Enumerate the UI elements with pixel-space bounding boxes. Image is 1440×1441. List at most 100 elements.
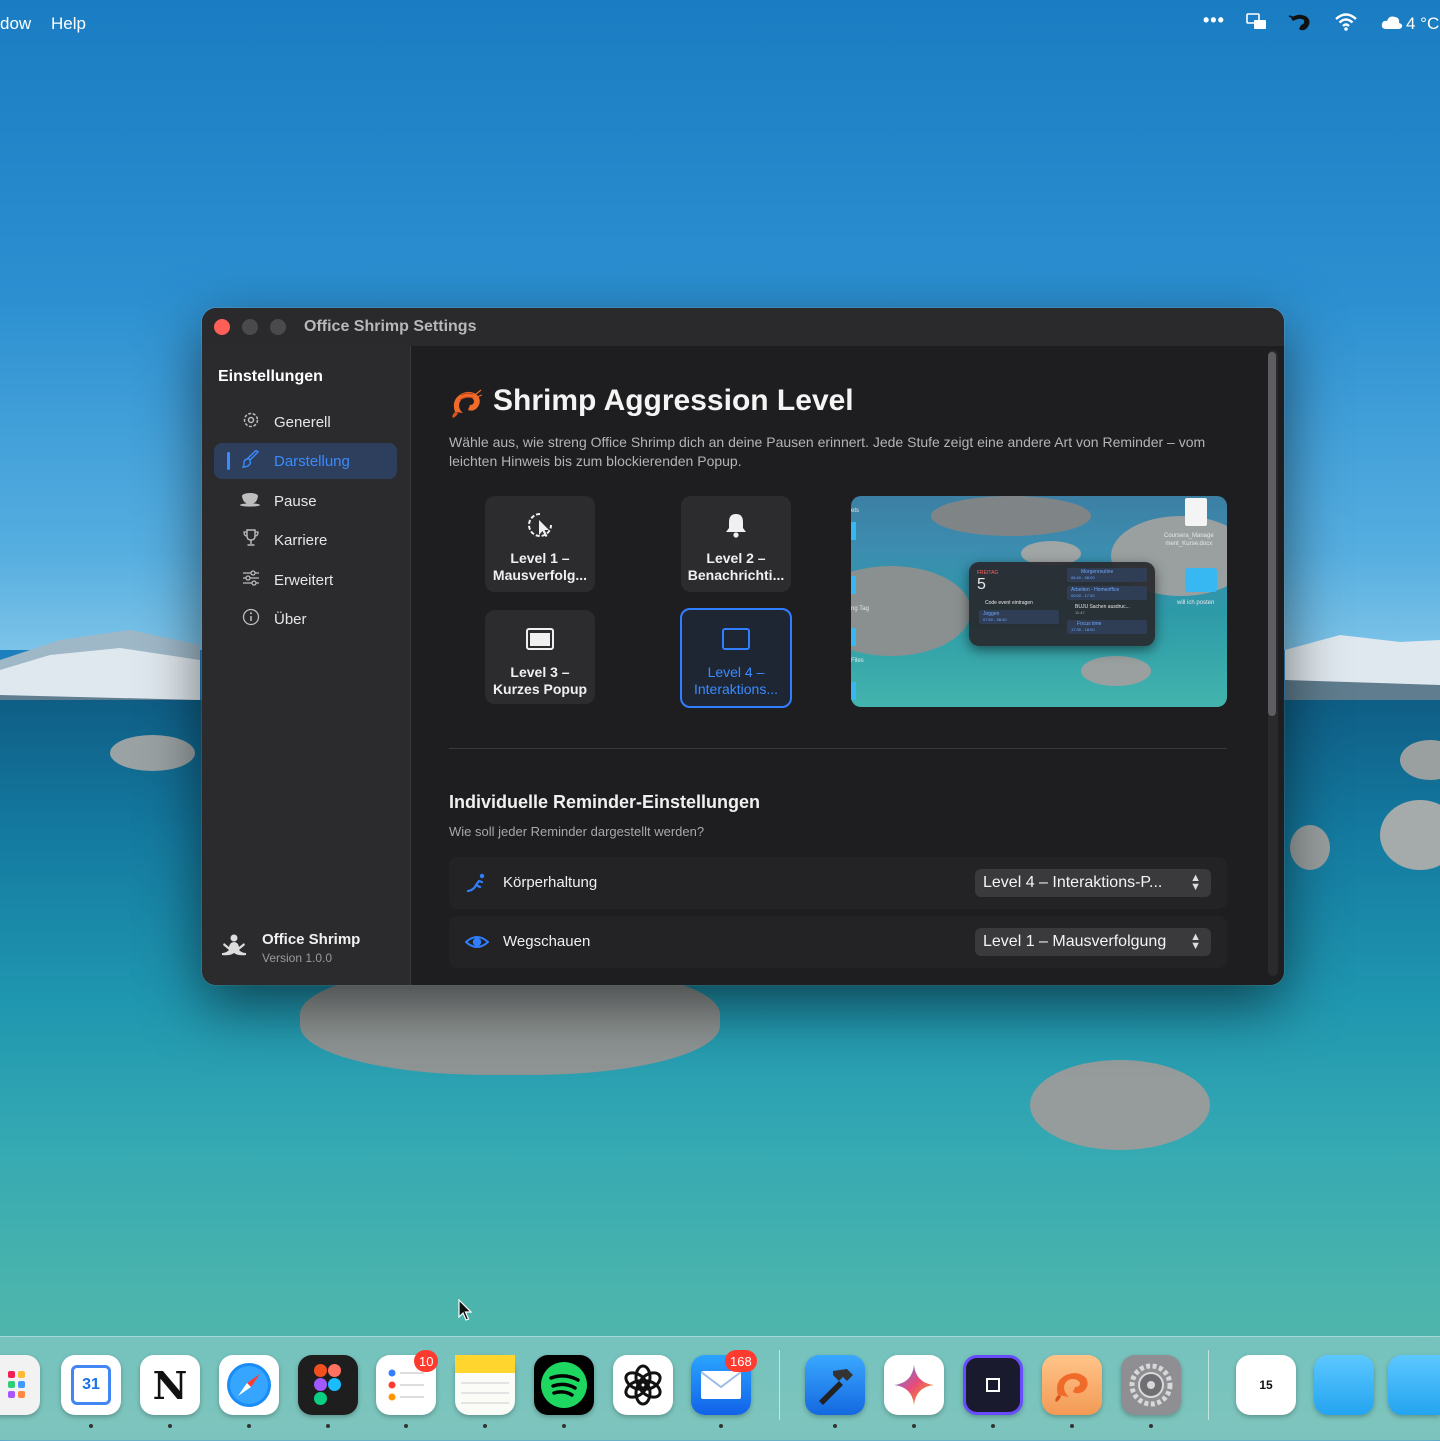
calendar-widget-icon: 15	[1259, 1378, 1273, 1392]
sliders-icon	[240, 569, 262, 591]
gear-icon	[240, 411, 262, 434]
content-pane: Shrimp Aggression Level Wähle aus, wie s…	[411, 346, 1284, 985]
section-title: Individuelle Reminder-Einstellungen	[449, 792, 761, 812]
window-icon	[525, 624, 555, 654]
envelope-icon	[700, 1371, 742, 1399]
shrimp-logo-icon	[449, 386, 483, 420]
level-card-2[interactable]: Level 2 – Benachrichti...	[681, 496, 791, 592]
preview-label: will ich posten	[1177, 600, 1215, 606]
cup-icon	[240, 491, 262, 512]
info-icon	[240, 608, 262, 631]
menu-bar: dow Help ••• 4 °C	[0, 0, 1440, 48]
square-icon	[721, 624, 751, 654]
page-description: Wähle aus, wie streng Office Shrimp dich…	[449, 434, 1206, 469]
zoom-button[interactable]	[270, 319, 286, 335]
level-card-4[interactable]: Level 4 – Interaktions...	[680, 608, 792, 708]
reminder-label: Körperhaltung	[503, 874, 598, 891]
scrollbar-thumb[interactable]	[1268, 352, 1276, 716]
posture-icon	[465, 872, 487, 894]
sidebar-item-darstellung[interactable]: Darstellung	[214, 443, 397, 479]
sidebar-item-label: Erweitert	[274, 571, 334, 589]
display-icon[interactable]	[1246, 12, 1268, 37]
sidebar-item-label: Pause	[274, 492, 317, 510]
sidebar-item-generell[interactable]: Generell	[214, 404, 397, 440]
settings-window: Office Shrimp Settings Einstellungen Gen…	[202, 308, 1284, 985]
dock-folder-2[interactable]	[1388, 1355, 1440, 1415]
more-icon[interactable]: •••	[1203, 10, 1225, 31]
level-card-1[interactable]: Level 1 – Mausverfolg...	[485, 496, 595, 592]
level-card-label: Level 2 – Benachrichti...	[687, 550, 785, 583]
bell-icon	[723, 510, 749, 540]
hammer-icon	[819, 1369, 853, 1405]
title-bar[interactable]: Office Shrimp Settings	[202, 308, 1284, 346]
sidebar-item-pause[interactable]: Pause	[214, 483, 397, 519]
select-value: Level 4 – Interaktions-P...	[983, 874, 1163, 891]
level-card-3[interactable]: Level 3 – Kurzes Popup	[485, 610, 595, 704]
notion-icon: N	[152, 1362, 188, 1408]
dock-app-spotify[interactable]	[534, 1355, 594, 1415]
minimize-button[interactable]	[242, 319, 258, 335]
dock-app-xcode[interactable]	[805, 1355, 865, 1415]
dock-app-notes[interactable]	[455, 1355, 515, 1415]
sidebar-item-ueber[interactable]: Über	[214, 601, 397, 637]
reminder-level-select[interactable]: Level 4 – Interaktions-P... ▲ ▼	[975, 869, 1211, 897]
sidebar-item-erweitert[interactable]: Erweitert	[214, 562, 397, 598]
dock-app-system-settings[interactable]	[1121, 1355, 1181, 1415]
preview-label: ets	[851, 508, 860, 514]
reminder-row-wegschauen: Wegschauen Level 1 – Mausverfolgung ▲ ▼	[449, 916, 1227, 968]
level-card-label: Level 3 – Kurzes Popup	[492, 664, 588, 697]
window-title: Office Shrimp Settings	[304, 318, 477, 335]
shrimp-icon	[1055, 1373, 1088, 1402]
reminder-level-select[interactable]: Level 1 – Mausverfolgung ▲ ▼	[975, 928, 1211, 956]
figma-icon	[314, 1364, 341, 1405]
app-version: Version 1.0.0	[262, 951, 333, 965]
chatgpt-icon	[624, 1364, 662, 1406]
dock-folder[interactable]	[1314, 1355, 1374, 1415]
section-subtitle: Wie soll jeder Reminder dargestellt werd…	[449, 824, 705, 839]
cursor-icon	[526, 510, 554, 540]
eye-icon	[464, 931, 490, 953]
wifi-icon[interactable]	[1334, 12, 1358, 37]
dock-app-screen[interactable]	[963, 1355, 1023, 1415]
compass-icon	[227, 1363, 271, 1407]
dock-app-launchpad[interactable]	[0, 1355, 40, 1415]
sidebar-item-label: Darstellung	[274, 452, 350, 470]
weather-temp[interactable]: 4 °C	[1406, 14, 1439, 34]
sidebar-item-label: Über	[274, 610, 307, 628]
dock-app-notion[interactable]: N	[140, 1355, 200, 1415]
paintbrush-icon	[240, 449, 262, 473]
reminder-label: Wegschauen	[503, 933, 591, 950]
menu-window[interactable]: dow	[0, 14, 31, 34]
sidebar-item-karriere[interactable]: Karriere	[214, 522, 397, 558]
notes-icon	[455, 1355, 515, 1404]
section-divider	[449, 748, 1227, 749]
sidebar: Einstellungen Generell Darstellung Pause…	[202, 346, 411, 985]
menu-help[interactable]: Help	[51, 14, 86, 34]
trophy-icon	[240, 528, 262, 552]
sidebar-item-label: Karriere	[274, 531, 328, 549]
close-button[interactable]	[214, 319, 230, 335]
screen-icon	[986, 1378, 1000, 1392]
dock-app-calendar-widget[interactable]: 15	[1236, 1355, 1296, 1415]
cloud-icon[interactable]	[1381, 14, 1403, 35]
app-name: Office Shrimp	[262, 931, 361, 948]
dock-app-google-calendar[interactable]: 31	[61, 1355, 121, 1415]
level-card-label: Level 4 – Interaktions...	[693, 664, 779, 697]
dock-app-safari[interactable]	[219, 1355, 279, 1415]
sparkle-icon	[894, 1365, 934, 1405]
sidebar-item-label: Generell	[274, 413, 331, 431]
reminders-badge: 10	[414, 1350, 439, 1372]
mouse-cursor	[458, 1298, 474, 1328]
dock-app-gemini[interactable]	[884, 1355, 944, 1415]
calendar-widget-preview: FREITAG 5 Code event eintragen Joggen 07…	[969, 562, 1155, 646]
folder-icon	[1185, 568, 1217, 592]
dock-app-figma[interactable]	[298, 1355, 358, 1415]
meditation-icon	[220, 933, 248, 965]
sidebar-heading: Einstellungen	[218, 368, 323, 385]
dock-app-chatgpt[interactable]	[613, 1355, 673, 1415]
level-card-label: Level 1 – Mausverfolg...	[492, 550, 588, 583]
dock-app-office-shrimp[interactable]	[1042, 1355, 1102, 1415]
page-title: Shrimp Aggression Level	[493, 384, 854, 417]
shrimp-icon[interactable]	[1287, 12, 1313, 39]
spotify-icon	[541, 1362, 587, 1408]
